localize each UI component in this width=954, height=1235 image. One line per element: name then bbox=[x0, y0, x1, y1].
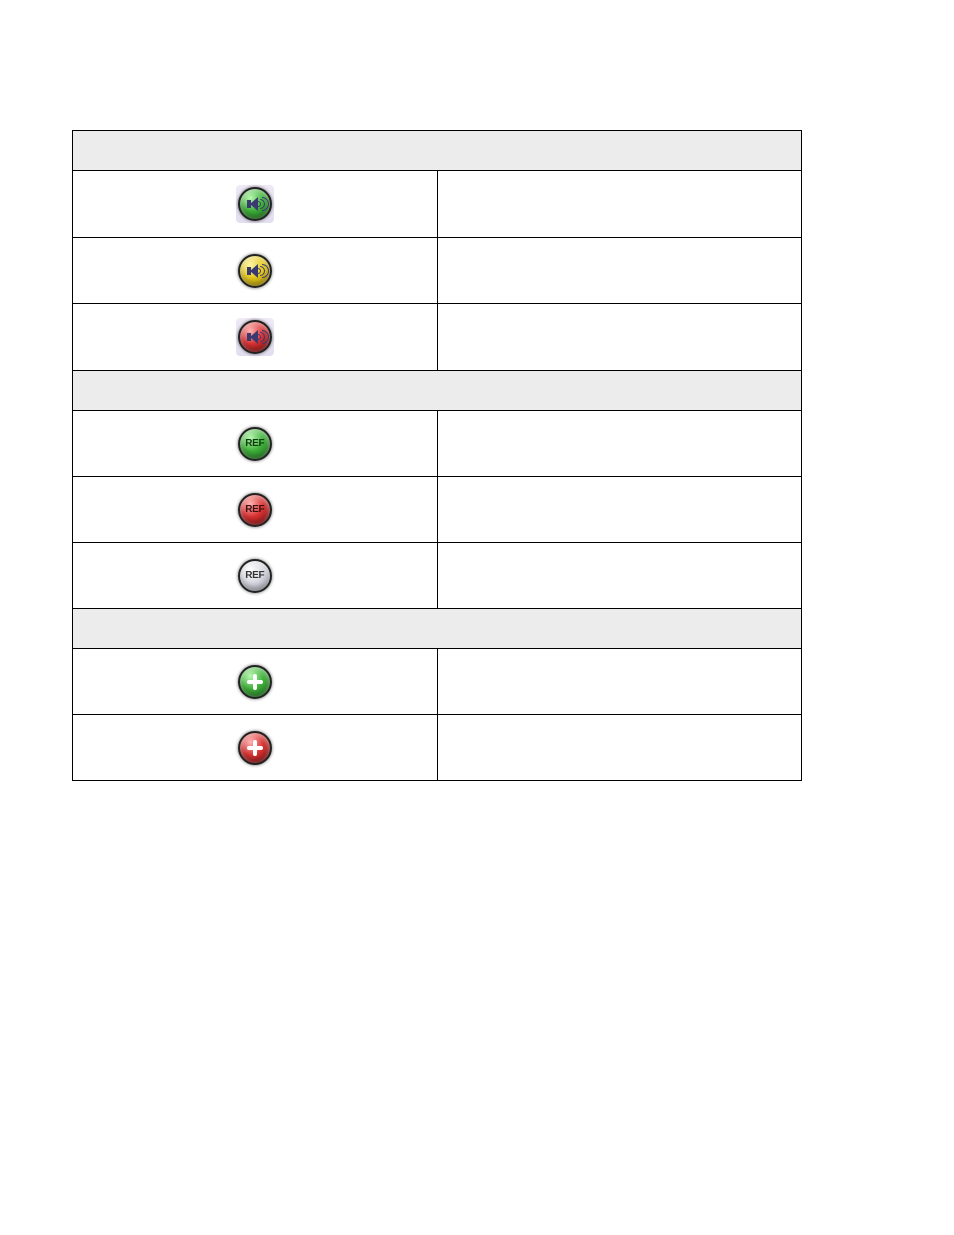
row-ref-red: REF bbox=[73, 477, 802, 543]
ref-green-icon: REF bbox=[238, 427, 272, 461]
cross-green-icon bbox=[238, 665, 272, 699]
row-ref-green: REF bbox=[73, 411, 802, 477]
ref-red-icon: REF bbox=[238, 493, 272, 527]
row-cross-green bbox=[73, 649, 802, 715]
row-cross-red bbox=[73, 715, 802, 781]
cross-red-icon bbox=[238, 731, 272, 765]
speaker-green-icon bbox=[238, 187, 272, 221]
speaker-green-tint bbox=[236, 185, 274, 223]
section-header-3 bbox=[73, 609, 802, 649]
speaker-red-icon bbox=[238, 320, 272, 354]
ref-grey-icon: REF bbox=[238, 559, 272, 593]
section-header-1 bbox=[73, 131, 802, 171]
row-speaker-green bbox=[73, 171, 802, 238]
row-speaker-red bbox=[73, 304, 802, 371]
speaker-yellow-icon bbox=[238, 254, 272, 288]
icon-reference-table: REF REF REF bbox=[72, 130, 802, 781]
ref-grey-label: REF bbox=[245, 571, 264, 581]
speaker-red-tint bbox=[236, 318, 274, 356]
section-header-2 bbox=[73, 371, 802, 411]
row-speaker-yellow bbox=[73, 238, 802, 304]
ref-green-label: REF bbox=[245, 439, 264, 449]
row-ref-grey: REF bbox=[73, 543, 802, 609]
ref-red-label: REF bbox=[245, 505, 264, 515]
